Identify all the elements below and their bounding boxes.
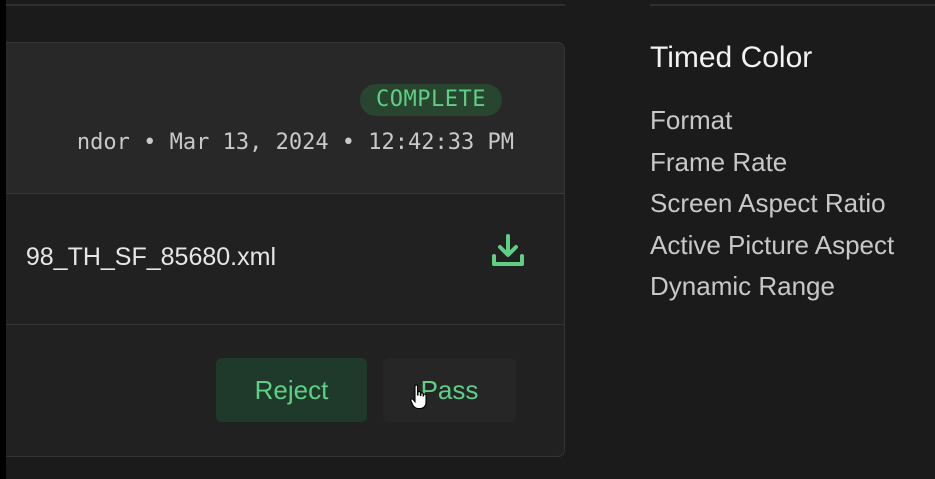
pass-button[interactable]: Pass	[383, 358, 516, 422]
divider	[650, 4, 935, 6]
file-name: 98_TH_SF_85680.xml	[25, 243, 276, 271]
field-active-picture-aspect: Active Picture Aspect	[650, 229, 895, 260]
vendor-timestamp: ndor • Mar 13, 2024 • 12:42:33 PM	[76, 130, 514, 155]
status-badge: COMPLETE	[360, 84, 502, 116]
sidebar-title: Timed Color	[650, 41, 813, 74]
field-screen-aspect-ratio: Screen Aspect Ratio	[650, 188, 886, 218]
window-edge	[0, 0, 6, 479]
review-screen: COMPLETE ndor • Mar 13, 2024 • 12:42:33 …	[0, 0, 935, 479]
review-card: COMPLETE ndor • Mar 13, 2024 • 12:42:33 …	[0, 42, 565, 457]
download-button[interactable]	[488, 229, 528, 273]
hand-cursor-icon	[410, 384, 427, 410]
field-format: Format	[650, 105, 733, 135]
download-icon	[492, 234, 524, 266]
reject-button[interactable]: Reject	[216, 358, 367, 422]
action-bar: Reject Pass	[0, 325, 564, 456]
card-header: COMPLETE ndor • Mar 13, 2024 • 12:42:33 …	[0, 43, 564, 194]
file-row: 98_TH_SF_85680.xml	[0, 193, 564, 325]
field-frame-rate: Frame Rate	[650, 146, 788, 177]
field-dynamic-range: Dynamic Range	[650, 271, 835, 301]
divider	[0, 4, 565, 6]
metadata-field-list: Format Frame Rate Screen Aspect Ratio Ac…	[650, 100, 894, 308]
